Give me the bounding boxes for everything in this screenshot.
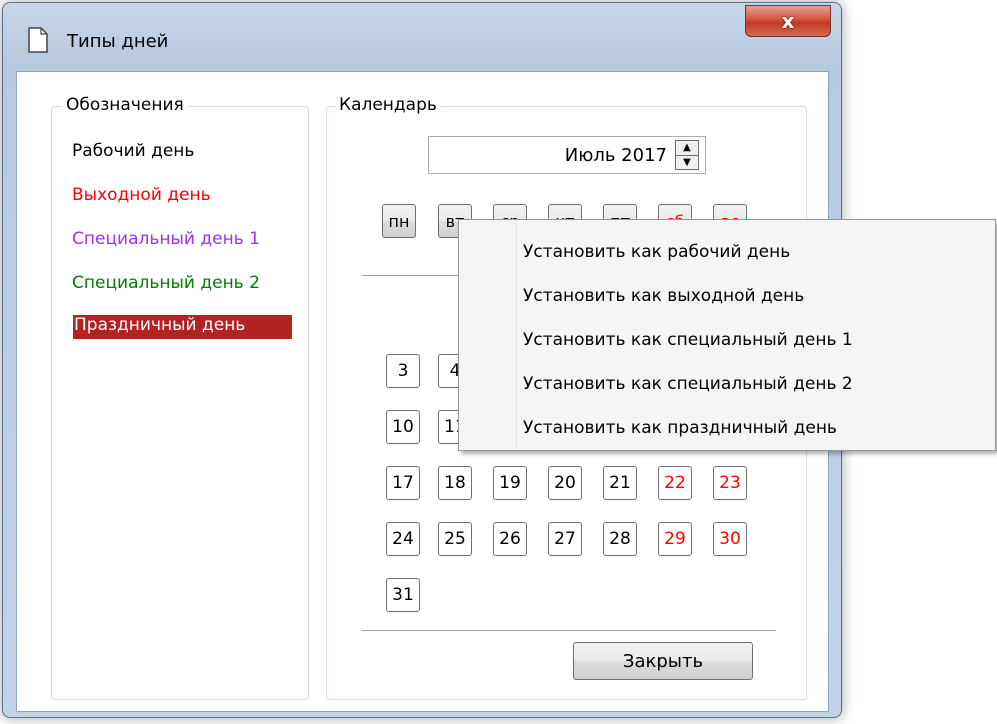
day-cell-24[interactable]: 24 xyxy=(386,522,420,556)
context-menu: Установить как рабочий день Установить к… xyxy=(458,219,996,451)
legend-workday: Рабочий день xyxy=(72,141,195,161)
menu-gutter xyxy=(516,222,517,448)
close-icon: x xyxy=(781,9,795,33)
day-cell-27[interactable]: 27 xyxy=(548,522,582,556)
spin-down-icon[interactable]: ▼ xyxy=(676,156,698,170)
day-cell-18[interactable]: 18 xyxy=(438,466,472,500)
window-close-button[interactable]: x xyxy=(745,5,831,37)
close-dialog-button[interactable]: Закрыть xyxy=(573,642,753,680)
day-cell-26[interactable]: 26 xyxy=(493,522,527,556)
separator-bottom xyxy=(362,630,776,631)
day-cell-25[interactable]: 25 xyxy=(438,522,472,556)
day-cell-20[interactable]: 20 xyxy=(548,466,582,500)
window-title: Типы дней xyxy=(67,31,169,52)
day-cell-31[interactable]: 31 xyxy=(386,578,420,612)
menu-item-set-dayoff[interactable]: Установить как выходной день xyxy=(523,286,804,306)
legend-group: Обозначения Рабочий день Выходной день С… xyxy=(51,95,309,700)
month-selector[interactable]: Июль 2017 ▲ ▼ xyxy=(428,136,706,174)
menu-item-set-workday[interactable]: Установить как рабочий день xyxy=(523,242,790,262)
day-cell-23[interactable]: 23 xyxy=(713,466,747,500)
day-cell-19[interactable]: 19 xyxy=(493,466,527,500)
day-cell-29[interactable]: 29 xyxy=(658,522,692,556)
legend-special-1: Специальный день 1 xyxy=(72,229,260,249)
spin-up-icon[interactable]: ▲ xyxy=(676,141,698,156)
day-cell-3[interactable]: 3 xyxy=(386,354,420,388)
month-spinner[interactable]: ▲ ▼ xyxy=(675,140,699,170)
day-cell-22[interactable]: 22 xyxy=(658,466,692,500)
day-cell-10[interactable]: 10 xyxy=(386,410,420,444)
legend-holiday: Праздничный день xyxy=(73,315,292,339)
menu-item-set-special-1[interactable]: Установить как специальный день 1 xyxy=(523,330,853,350)
calendar-group-title: Календарь xyxy=(335,95,441,115)
legend-special-2: Специальный день 2 xyxy=(72,273,260,293)
document-icon xyxy=(28,27,48,53)
month-value: Июль 2017 xyxy=(564,145,667,166)
legend-dayoff: Выходной день xyxy=(72,185,211,205)
day-cell-28[interactable]: 28 xyxy=(603,522,637,556)
legend-group-title: Обозначения xyxy=(62,95,188,115)
menu-item-set-holiday[interactable]: Установить как праздничный день xyxy=(523,418,837,438)
weekday-mon[interactable]: пн xyxy=(382,204,416,238)
day-cell-17[interactable]: 17 xyxy=(386,466,420,500)
day-cell-30[interactable]: 30 xyxy=(713,522,747,556)
menu-item-set-special-2[interactable]: Установить как специальный день 2 xyxy=(523,374,853,394)
day-cell-21[interactable]: 21 xyxy=(603,466,637,500)
